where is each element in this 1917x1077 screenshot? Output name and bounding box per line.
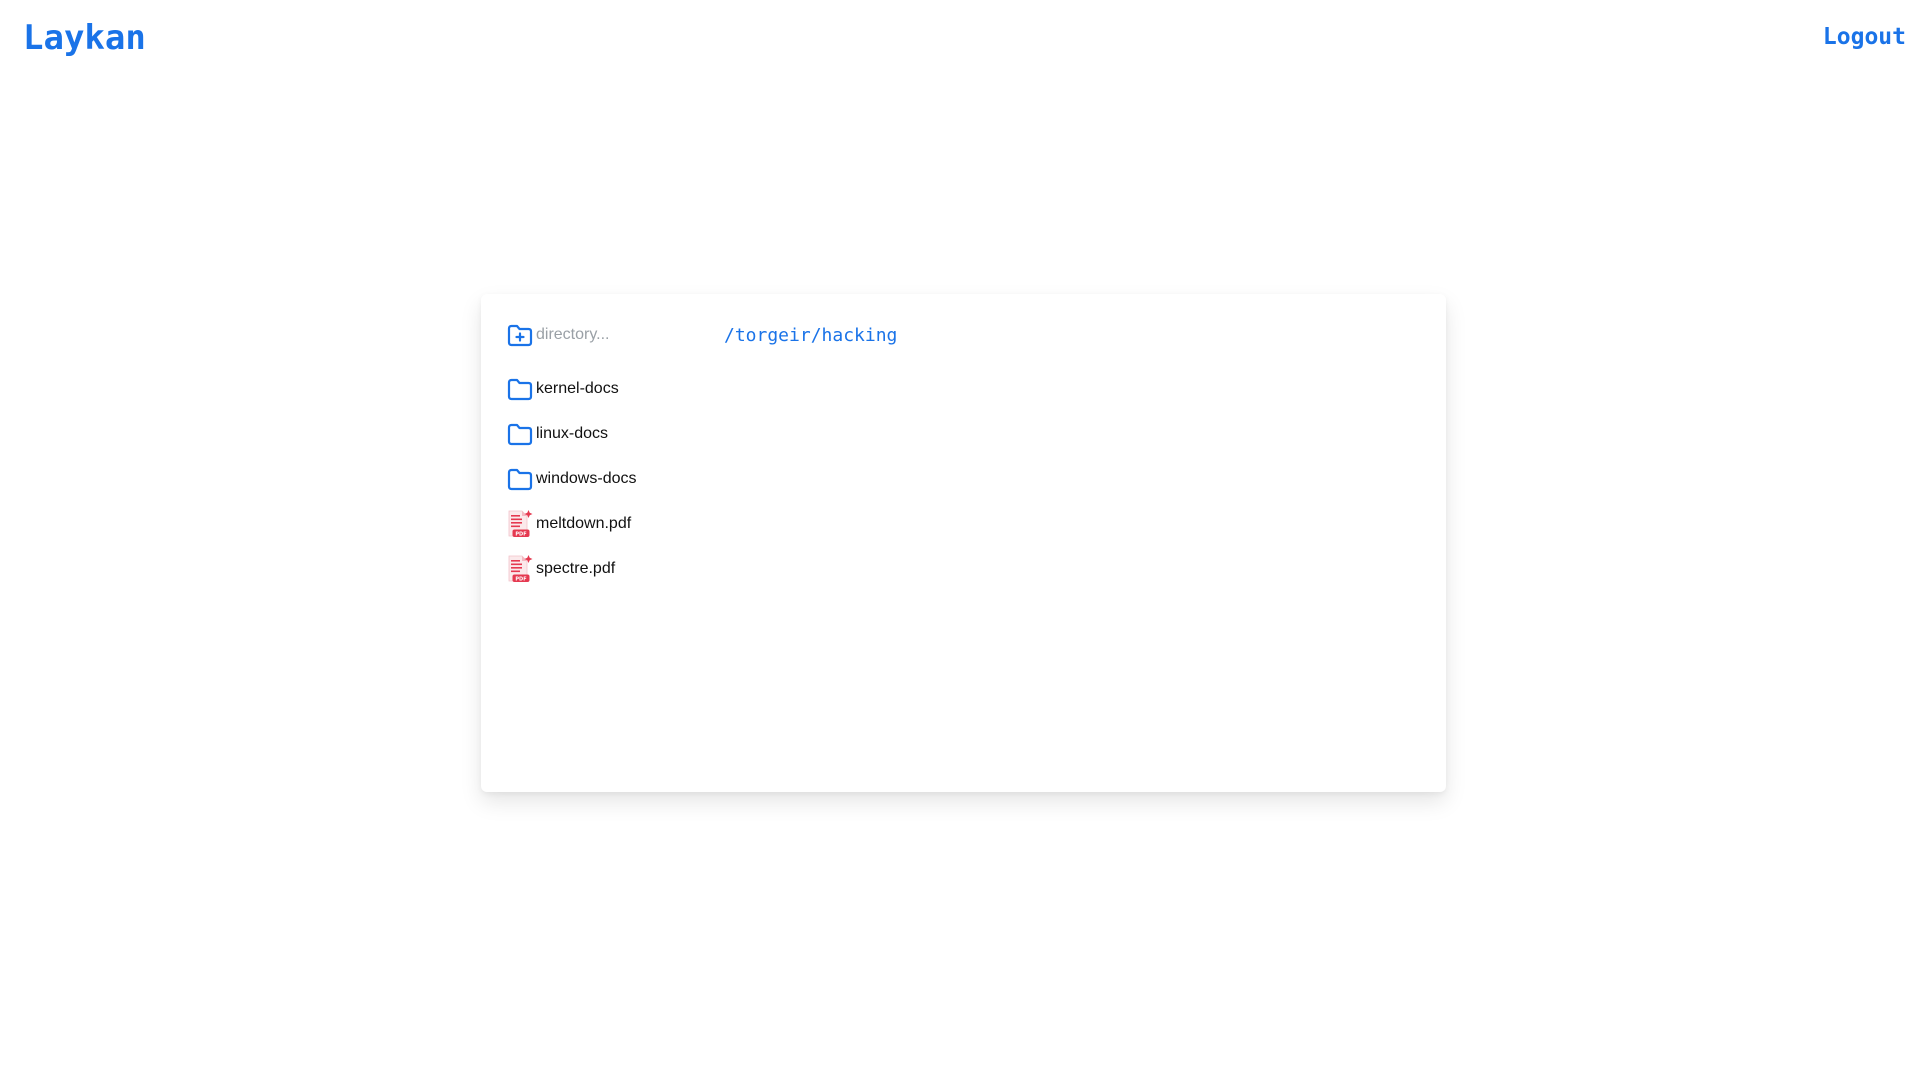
list-item-label: spectre.pdf bbox=[536, 559, 616, 577]
pdf-file-icon: PDF bbox=[506, 554, 534, 583]
folder-plus-icon[interactable] bbox=[506, 321, 534, 349]
list-item-spectre-pdf[interactable]: PDF spectre.pdf bbox=[506, 546, 636, 591]
list-item-label: linux-docs bbox=[536, 424, 609, 442]
list-item-linux-docs[interactable]: linux-docs bbox=[506, 411, 636, 456]
list-item-label: windows-docs bbox=[536, 469, 637, 487]
list-item-meltdown-pdf[interactable]: PDF meltdown.pdf bbox=[506, 501, 636, 546]
brand-logo[interactable]: Laykan bbox=[23, 18, 146, 58]
list-item-kernel-docs[interactable]: kernel-docs bbox=[506, 366, 636, 411]
svg-text:PDF: PDF bbox=[515, 531, 526, 537]
svg-text:PDF: PDF bbox=[515, 576, 526, 582]
logout-link[interactable]: Logout bbox=[1823, 24, 1906, 50]
list-item-windows-docs[interactable]: windows-docs bbox=[506, 456, 636, 501]
new-directory-input[interactable] bbox=[536, 326, 716, 344]
new-directory-row bbox=[506, 318, 716, 352]
current-path: /torgeir/hacking bbox=[724, 325, 898, 346]
list-item-label: kernel-docs bbox=[536, 379, 619, 397]
list-item-label: meltdown.pdf bbox=[536, 514, 632, 532]
pdf-file-icon: PDF bbox=[506, 509, 534, 538]
folder-icon bbox=[506, 420, 534, 448]
file-browser-card: /torgeir/hacking kernel-docs linux-docs bbox=[481, 294, 1446, 792]
folder-icon bbox=[506, 465, 534, 493]
folder-icon bbox=[506, 375, 534, 403]
app-header: Laykan Logout bbox=[0, 0, 1917, 90]
file-list: kernel-docs linux-docs windows-docs PDF … bbox=[506, 366, 636, 591]
